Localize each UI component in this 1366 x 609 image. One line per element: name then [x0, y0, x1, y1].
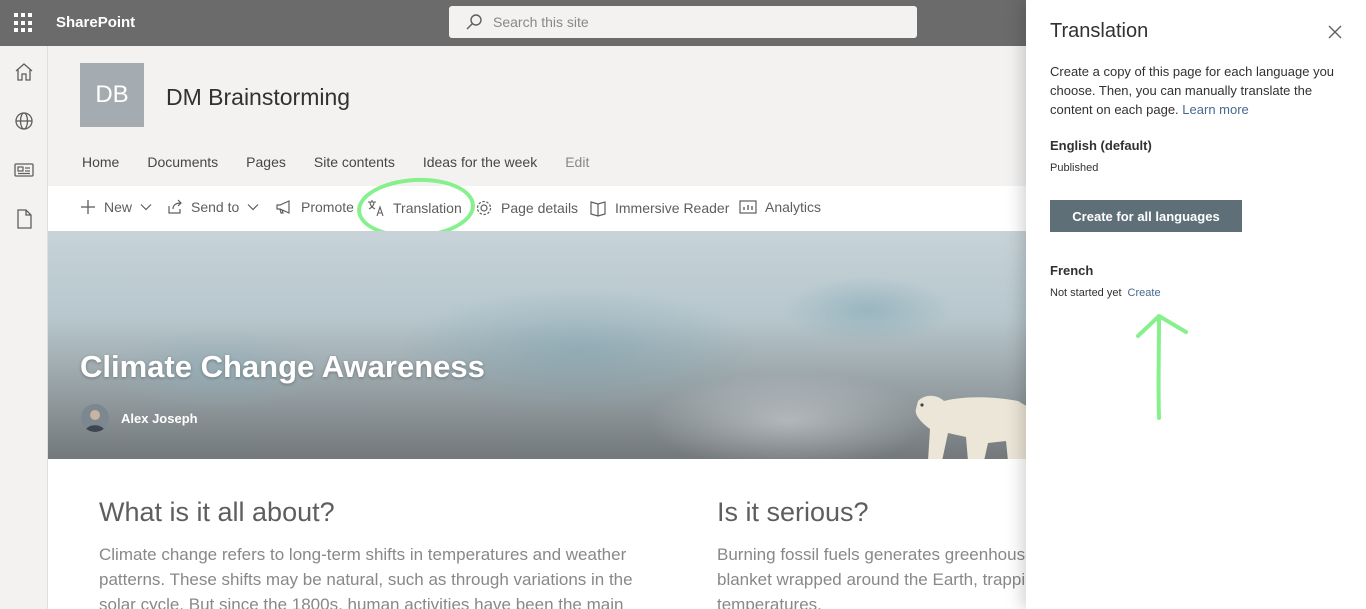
search-input[interactable]	[493, 6, 903, 38]
page-details-button[interactable]: Page details	[475, 199, 578, 217]
section-heading: What is it all about?	[99, 497, 335, 527]
french-language-status: Not started yet	[1050, 287, 1122, 299]
chevron-down-icon	[247, 204, 259, 211]
french-language-row: Not started yet Create	[1050, 287, 1161, 299]
promote-button[interactable]: Promote	[275, 199, 354, 215]
search-box[interactable]	[449, 6, 917, 38]
new-button[interactable]: New	[80, 199, 152, 215]
chevron-down-icon	[140, 204, 152, 211]
app-name[interactable]: SharePoint	[56, 14, 135, 31]
gear-icon	[476, 200, 492, 216]
french-language-name: French	[1050, 263, 1094, 278]
author-name[interactable]: Alex Joseph	[121, 411, 198, 426]
page-title: Climate Change Awareness	[80, 349, 485, 384]
default-language-status: Published	[1050, 162, 1099, 174]
nav-site-contents[interactable]: Site contents	[314, 154, 395, 170]
content-column-1: What is it all about? Climate change ref…	[99, 497, 669, 609]
person-icon	[85, 410, 105, 432]
top-navigation: Home Documents Pages Site contents Ideas…	[82, 154, 617, 170]
nav-ideas-for-the-week[interactable]: Ideas for the week	[423, 154, 537, 170]
annotation-arrow-icon	[1136, 314, 1188, 420]
nav-edit[interactable]: Edit	[565, 154, 589, 170]
analytics-label: Analytics	[765, 199, 822, 215]
default-language-name: English (default)	[1050, 138, 1152, 153]
close-icon[interactable]	[1327, 24, 1343, 40]
page-icon[interactable]	[12, 207, 36, 231]
page-details-label: Page details	[501, 200, 579, 216]
immersive-reader-icon	[590, 201, 606, 217]
send-to-button[interactable]: Send to	[167, 199, 259, 215]
analytics-button[interactable]: Analytics	[739, 199, 821, 215]
site-logo-initials: DB	[95, 81, 129, 108]
site-title[interactable]: DM Brainstorming	[166, 84, 350, 111]
new-label: New	[104, 199, 133, 215]
nav-home[interactable]: Home	[82, 154, 119, 170]
translation-panel: Translation Create a copy of this page f…	[1026, 0, 1366, 609]
globe-icon[interactable]	[12, 109, 36, 133]
create-all-languages-button[interactable]: Create for all languages	[1050, 200, 1242, 232]
news-icon[interactable]	[12, 158, 36, 182]
share-icon	[168, 199, 182, 214]
app-launcher-icon[interactable]	[14, 13, 34, 33]
promote-label: Promote	[301, 199, 354, 215]
search-icon	[466, 14, 482, 30]
polar-bear-image	[915, 395, 1028, 459]
analytics-icon	[739, 200, 757, 214]
panel-description: Create a copy of this page for each lang…	[1050, 62, 1350, 119]
plus-icon	[81, 200, 95, 214]
section-text: Climate change refers to long-term shift…	[99, 545, 633, 609]
immersive-reader-label: Immersive Reader	[615, 200, 730, 216]
french-create-link[interactable]: Create	[1128, 287, 1161, 299]
nav-documents[interactable]: Documents	[147, 154, 218, 170]
immersive-reader-button[interactable]: Immersive Reader	[589, 199, 729, 217]
nav-pages[interactable]: Pages	[246, 154, 286, 170]
avatar[interactable]	[81, 404, 109, 432]
panel-title: Translation	[1050, 20, 1149, 42]
megaphone-icon	[276, 200, 290, 214]
learn-more-link[interactable]: Learn more	[1182, 102, 1248, 117]
site-logo[interactable]: DB	[80, 63, 144, 127]
left-rail	[0, 46, 48, 609]
send-to-label: Send to	[191, 199, 240, 215]
home-icon[interactable]	[12, 60, 36, 84]
